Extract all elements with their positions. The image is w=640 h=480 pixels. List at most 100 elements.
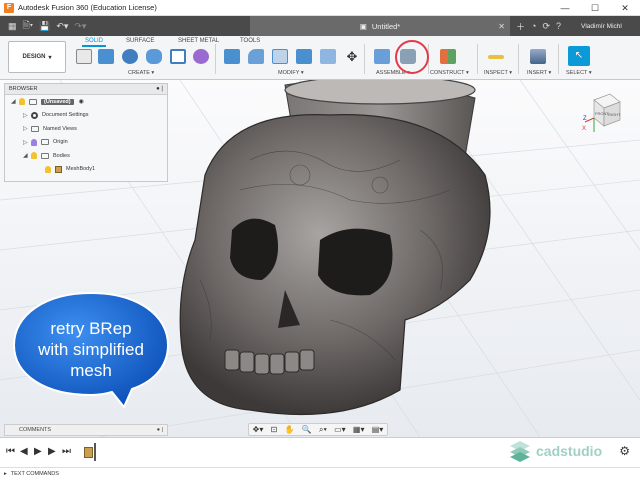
- timeline-marker[interactable]: [94, 443, 96, 461]
- tree-label: Named Views: [43, 125, 77, 132]
- tree-item-document-settings[interactable]: ▷ Document Settings: [5, 109, 167, 123]
- display-settings-icon[interactable]: ▭▾: [334, 425, 346, 434]
- separator: [477, 44, 478, 74]
- document-tab[interactable]: ▣ Untitled* ✕: [250, 16, 510, 36]
- tab-surface[interactable]: SURFACE: [126, 38, 154, 44]
- pattern-icon[interactable]: [170, 49, 186, 64]
- step-back-icon[interactable]: ◀: [20, 446, 28, 457]
- go-to-end-icon[interactable]: ⏭: [62, 446, 71, 457]
- combine-icon[interactable]: [320, 49, 336, 64]
- close-tab-icon[interactable]: ✕: [498, 22, 505, 31]
- grid-settings-icon[interactable]: ▦▾: [353, 425, 365, 434]
- measure-icon[interactable]: [488, 55, 504, 59]
- separator: [558, 44, 559, 74]
- timeline-settings-gear-icon[interactable]: ⚙: [619, 444, 630, 458]
- tab-sheet-metal[interactable]: SHEET METAL: [178, 38, 219, 44]
- gear-icon: [31, 111, 38, 119]
- minimize-button[interactable]: —: [550, 0, 580, 16]
- help-icon[interactable]: ?: [556, 21, 561, 31]
- bubble-line: retry BRep: [50, 319, 132, 338]
- comments-label: COMMENTS: [19, 427, 52, 433]
- viewports-icon[interactable]: ▤▾: [372, 425, 384, 434]
- lightbulb-icon[interactable]: [19, 98, 25, 106]
- data-panel-icon[interactable]: ▦: [8, 21, 17, 32]
- look-at-icon[interactable]: ⊡: [271, 425, 278, 434]
- timeline-mesh-feature-icon[interactable]: [84, 447, 93, 458]
- tree-item-origin[interactable]: ▷ Origin: [5, 136, 167, 150]
- file-menu-icon[interactable]: 🗎▾: [23, 18, 34, 34]
- split-body-icon[interactable]: [296, 49, 312, 64]
- create-sketch-icon[interactable]: [76, 49, 92, 64]
- play-icon[interactable]: ▶: [34, 446, 42, 457]
- create-menu[interactable]: CREATE ▾: [128, 70, 154, 76]
- orbit-icon[interactable]: ✥▾: [253, 425, 264, 434]
- caret-right-icon[interactable]: ▷: [23, 139, 31, 146]
- tree-label-root: (Unsaved): [41, 98, 74, 105]
- lightbulb-icon[interactable]: [31, 152, 37, 160]
- select-cursor-icon[interactable]: ↖: [568, 46, 590, 66]
- bubble-line: with simplified: [38, 340, 144, 359]
- viewcube-axis-z: Z: [583, 116, 587, 122]
- radio-icon[interactable]: ◉: [79, 98, 84, 105]
- browser-collapse-icon[interactable]: ● |: [156, 86, 163, 92]
- step-forward-icon[interactable]: ▶: [48, 446, 56, 457]
- workspace-switcher[interactable]: DESIGN ▾: [8, 41, 66, 73]
- fit-icon[interactable]: ⌕▾: [319, 425, 327, 435]
- viewcube-axis-x: X: [582, 126, 586, 132]
- redo-icon[interactable]: ↷▾: [74, 21, 86, 32]
- lightbulb-icon[interactable]: [31, 138, 37, 146]
- go-to-start-icon[interactable]: ⏮: [6, 446, 15, 457]
- insert-image-icon[interactable]: [530, 49, 546, 64]
- new-tab-icon[interactable]: ＋: [516, 20, 525, 33]
- tab-tools[interactable]: TOOLS: [240, 38, 260, 44]
- press-pull-icon[interactable]: [224, 49, 240, 64]
- extrude-icon[interactable]: [98, 49, 114, 64]
- shell-icon[interactable]: [272, 49, 288, 64]
- text-commands-bar[interactable]: ▸ TEXT COMMANDS: [0, 467, 640, 480]
- caret-right-icon[interactable]: ▷: [23, 112, 31, 119]
- move-icon[interactable]: ✥: [344, 49, 360, 64]
- form-icon[interactable]: [193, 49, 209, 64]
- revolve-icon[interactable]: [122, 49, 138, 64]
- mesh-body[interactable]: [179, 80, 491, 416]
- lightbulb-icon[interactable]: [45, 165, 51, 173]
- view-cube[interactable]: FRONT RIGHT X Z: [582, 90, 624, 138]
- tree-item-meshbody[interactable]: MeshBody1: [5, 163, 167, 177]
- tab-solid[interactable]: SOLID: [82, 38, 107, 47]
- fillet-icon[interactable]: [248, 49, 264, 64]
- window-controls: — ☐ ✕: [550, 0, 640, 16]
- tree-item-named-views[interactable]: ▷ Named Views: [5, 122, 167, 136]
- tree-label: MeshBody1: [66, 166, 96, 173]
- maximize-button[interactable]: ☐: [580, 0, 610, 16]
- hole-icon[interactable]: [146, 49, 162, 64]
- undo-icon[interactable]: ↶▾: [56, 21, 68, 32]
- new-component-icon[interactable]: [374, 49, 390, 64]
- notifications-icon[interactable]: ⟳: [542, 21, 550, 32]
- caret-right-icon[interactable]: ▷: [23, 125, 31, 132]
- close-window-button[interactable]: ✕: [610, 0, 640, 16]
- modify-menu[interactable]: MODIFY ▾: [278, 70, 304, 76]
- separator: [518, 44, 519, 74]
- pan-icon[interactable]: ✋: [285, 425, 295, 434]
- zoom-icon[interactable]: 🔍: [302, 425, 312, 434]
- select-menu[interactable]: SELECT ▾: [566, 70, 592, 76]
- browser-panel: BROWSER ● | ◢ (Unsaved) ◉ ▷ Document Set…: [4, 83, 168, 182]
- caret-down-icon[interactable]: ◢: [11, 98, 19, 105]
- save-icon[interactable]: 💾: [39, 21, 50, 32]
- comments-panel[interactable]: COMMENTS ● |: [4, 424, 168, 436]
- tree-item-bodies[interactable]: ◢ Bodies: [5, 149, 167, 163]
- caret-down-icon[interactable]: ◢: [23, 152, 31, 159]
- construct-menu[interactable]: CONSTRUCT ▾: [430, 70, 469, 76]
- offset-plane-icon[interactable]: [440, 49, 456, 64]
- expand-caret-icon[interactable]: ▸: [4, 471, 7, 477]
- job-status-icon[interactable]: ◔: [531, 21, 536, 31]
- tree-label: Origin: [53, 139, 68, 146]
- separator: [215, 44, 216, 74]
- inspect-menu[interactable]: INSPECT ▾: [484, 70, 512, 76]
- user-name[interactable]: Vladimír Michl: [581, 23, 622, 30]
- cadstudio-logo-icon: [510, 441, 530, 462]
- insert-menu[interactable]: INSERT ▾: [527, 70, 551, 76]
- comments-collapse-icon[interactable]: ● |: [157, 427, 163, 433]
- tree-item-root[interactable]: ◢ (Unsaved) ◉: [5, 95, 167, 109]
- quick-access-toolbar: ▦ 🗎▾ 💾 ↶▾ ↷▾: [0, 18, 200, 34]
